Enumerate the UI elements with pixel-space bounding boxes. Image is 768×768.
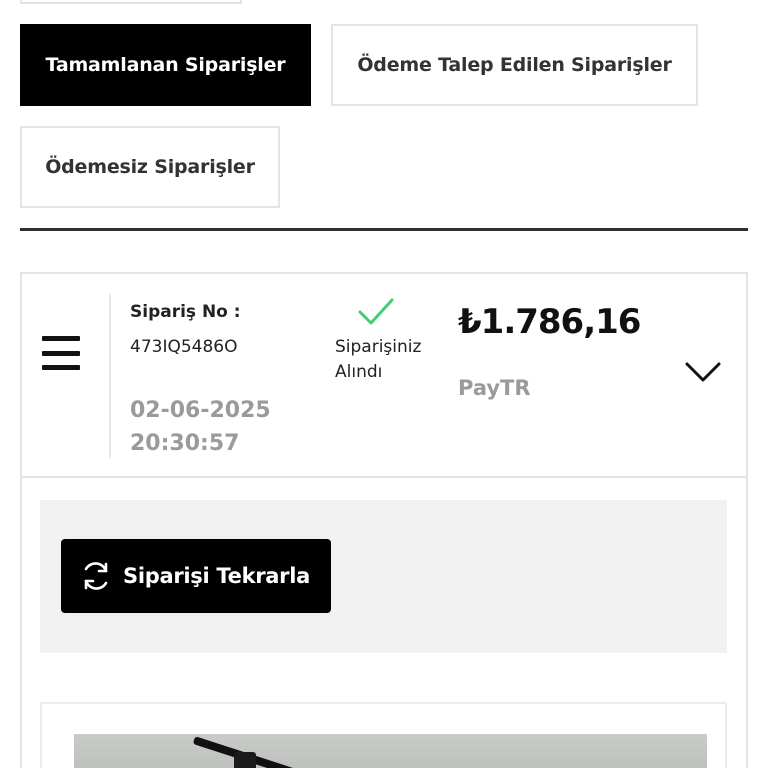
order-number-value: 473IQ5486O — [130, 337, 238, 357]
checkmark-icon — [358, 298, 394, 325]
order-status-line1: Siparişiniz — [335, 337, 422, 357]
order-status: Siparişiniz Alındı — [335, 335, 421, 385]
order-number-label: Sipariş No : — [130, 302, 241, 322]
previous-tab-stub — [20, 0, 242, 4]
hamburger-menu-icon[interactable] — [42, 336, 80, 370]
order-amount: ₺1.786,16 — [458, 302, 641, 342]
card-separator — [109, 294, 111, 458]
product-spotlight — [234, 752, 256, 768]
section-divider — [20, 228, 748, 231]
order-date: 02-06-2025 — [130, 398, 271, 423]
product-card[interactable] — [40, 702, 727, 768]
payment-gateway: PayTR — [458, 376, 531, 400]
tab-payment-requested-orders[interactable]: Ödeme Talep Edilen Siparişler — [331, 24, 698, 106]
tab-completed-orders[interactable]: Tamamlanan Siparişler — [20, 24, 311, 106]
refresh-icon — [84, 562, 108, 590]
order-datetime: 02-06-2025 20:30:57 — [130, 394, 271, 460]
product-image — [74, 734, 707, 768]
tab-unpaid-orders[interactable]: Ödemesiz Siparişler — [20, 126, 280, 208]
repeat-order-button[interactable]: Siparişi Tekrarla — [61, 539, 331, 613]
repeat-order-label: Siparişi Tekrarla — [123, 564, 310, 588]
order-time: 20:30:57 — [130, 431, 240, 456]
order-card: Sipariş No : 473IQ5486O 02-06-2025 20:30… — [20, 272, 748, 478]
order-status-line2: Alındı — [335, 362, 383, 382]
chevron-down-icon[interactable] — [684, 360, 722, 384]
product-track-rail — [192, 736, 338, 768]
repeat-order-area: Siparişi Tekrarla — [40, 500, 727, 653]
